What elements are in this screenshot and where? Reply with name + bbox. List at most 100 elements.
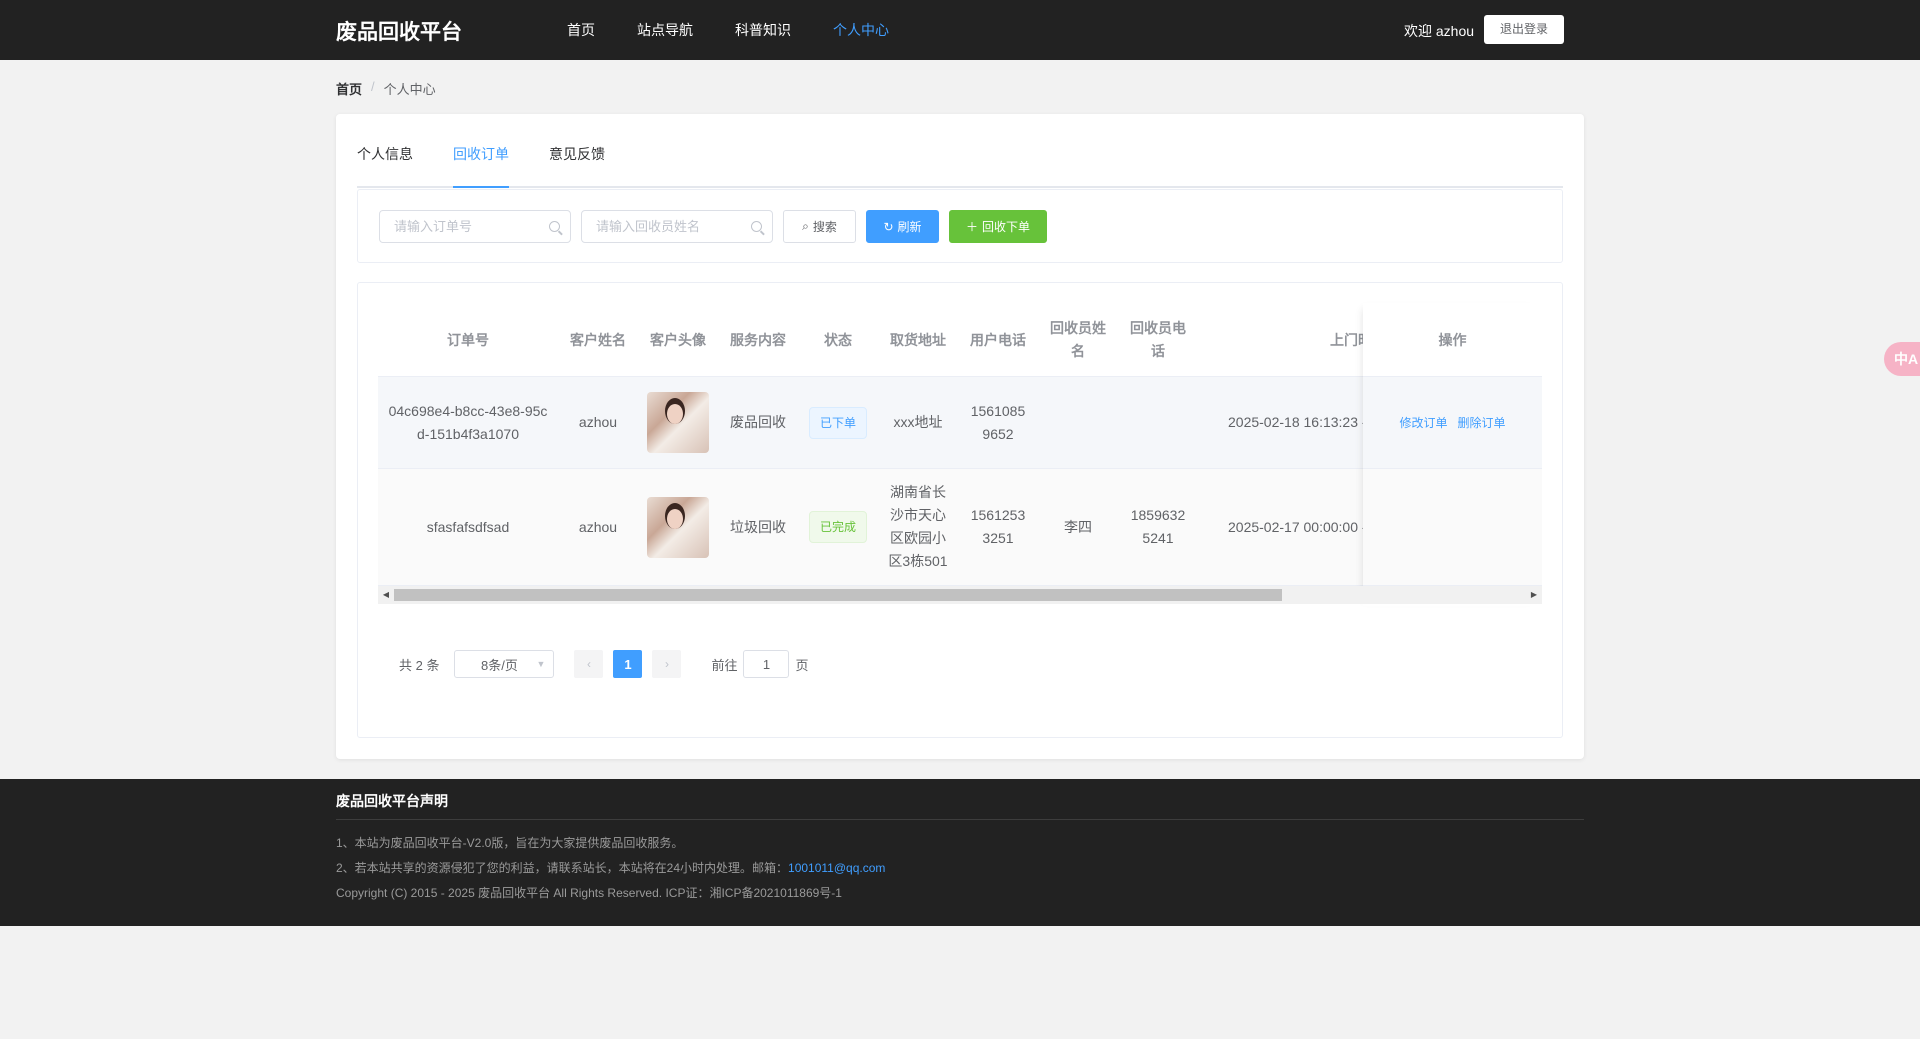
search-icon [751,221,762,232]
scroll-right-icon[interactable]: ▶ [1529,589,1539,601]
avatar[interactable] [647,496,709,558]
refresh-icon: ↻ [883,219,894,234]
top-navbar: 废品回收平台 首页 站点导航 科普知识 个人中心 欢迎 azhou 退出登录 [0,0,1920,60]
cell-status: 已完成 [798,469,878,585]
search-icon [549,221,560,232]
tab-bar: 个人信息 回收订单 意见反馈 [357,145,1563,188]
refresh-button[interactable]: ↻ 刷新 [866,210,939,243]
footer-statement-1: 1、本站为废品回收平台-V2.0版，旨在为大家提供废品回收服务。 [336,836,684,850]
header-customer: 客户姓名 [570,331,626,348]
operations-cell [1363,469,1542,586]
page-number-current[interactable]: 1 [613,650,643,678]
operations-cell: 修改订单 删除订单 [1363,377,1542,469]
tab-recycle-orders[interactable]: 回收订单 [453,145,509,188]
search-button-label: 搜索 [812,220,837,234]
cell-service: 废品回收 [730,414,786,430]
orders-table-panel: 订单号 客户姓名 客户头像 服务内容 状态 取货地址 用户电话 回收员姓 名 回… [357,282,1563,738]
chevron-left-icon: ‹ [586,657,591,671]
search-panel: ⌕ 搜索 ↻ 刷新 ＋ 回收下单 [357,189,1563,263]
header-status: 状态 [824,331,852,348]
header-recycler-phone: 回收员电 话 [1130,320,1186,359]
scroll-left-icon[interactable]: ◀ [381,589,391,601]
header-address: 取货地址 [890,331,946,348]
footer: 废品回收平台声明 1、本站为废品回收平台-V2.0版，旨在为大家提供废品回收服务… [0,779,1920,926]
chevron-right-icon: › [664,657,669,671]
avatar[interactable] [647,392,709,453]
breadcrumb-separator: / [371,79,375,94]
prev-page-button[interactable]: ‹ [574,650,604,678]
scroll-thumb[interactable] [394,589,1282,601]
main-card: 个人信息 回收订单 意见反馈 ⌕ 搜索 ↻ 刷新 ＋ 回收下单 订单号 [336,114,1584,759]
pagination: 共 2 条 8条/页 ▼ ‹ 1 › 前往 页 [399,650,809,678]
cell-phone: 1561253 3251 [970,507,1026,546]
footer-divider [336,819,1584,820]
cell-recycler [1038,377,1118,468]
cell-customer: azhou [578,414,618,430]
status-badge: 已完成 [808,511,867,543]
order-number-field [379,210,571,243]
page-suffix-label: 页 [795,657,809,673]
breadcrumb-home[interactable]: 首页 [336,79,362,98]
cell-address: xxx地址 [893,414,943,430]
search-icon: ⌕ [802,219,809,233]
header-avatar: 客户头像 [650,331,706,348]
welcome-text: 欢迎 azhou [1404,23,1475,39]
page-size-value: 8条/页 [481,657,518,673]
cell-customer: azhou [578,518,618,535]
add-order-button-label: 回收下单 [982,220,1031,234]
header-service: 服务内容 [730,331,786,348]
header-phone: 用户电话 [970,331,1026,348]
nav-site-guide[interactable]: 站点导航 [637,0,693,60]
tab-feedback[interactable]: 意见反馈 [549,145,605,186]
add-order-button[interactable]: ＋ 回收下单 [949,210,1047,243]
cell-order-no: 04c698e4-b8cc-43e8-95c d-151b4f3a1070 [388,402,548,442]
footer-email-link[interactable]: 1001011@qq.com [788,861,885,875]
tab-personal-info[interactable]: 个人信息 [357,145,413,186]
nav-knowledge[interactable]: 科普知识 [735,0,791,60]
delete-order-button[interactable]: 删除订单 [1458,414,1506,431]
pagination-total: 共 2 条 [399,657,440,673]
order-number-input[interactable] [380,211,570,242]
operations-column: 操作 修改订单 删除订单 [1363,303,1542,606]
nav-personal-center[interactable]: 个人中心 [833,0,889,60]
plus-icon: ＋ [965,220,978,234]
cell-recycler: 李四 [1064,518,1092,535]
cell-recycler-phone: 1859632 5241 [1130,507,1186,546]
cell-address: 湖南省长 沙市天心 区欧园小 区3栋501 [888,484,948,569]
goto-page-input[interactable] [743,650,790,678]
nav-home[interactable]: 首页 [567,0,595,60]
page-jumper: 前往 页 [711,650,809,678]
search-button[interactable]: ⌕ 搜索 [783,210,856,243]
breadcrumb-current: 个人中心 [383,82,436,97]
cell-service: 垃圾回收 [730,518,786,535]
main-nav: 首页 站点导航 科普知识 个人中心 [567,0,931,60]
edit-order-button[interactable]: 修改订单 [1399,414,1447,431]
translate-float-button[interactable]: 中A [1884,342,1920,376]
header-recycler: 回收员姓 名 [1050,320,1106,359]
refresh-button-label: 刷新 [897,220,922,234]
next-page-button[interactable]: › [652,650,682,678]
logout-button[interactable]: 退出登录 [1484,15,1564,44]
page-size-select[interactable]: 8条/页 ▼ [454,650,555,678]
recycler-name-field [581,210,773,243]
status-badge: 已下单 [808,406,867,439]
footer-copyright: Copyright (C) 2015 - 2025 废品回收平台 All Rig… [336,886,842,900]
cell-recycler-phone [1118,377,1198,468]
footer-statement-2: 2、若本站共享的资源侵犯了您的利益，请联系站长，本站将在24小时内处理。邮箱：1… [336,859,885,876]
cell-order-no: sfasfafsdfsad [426,518,510,535]
translate-icon: 中A [1894,351,1919,367]
breadcrumb: 首页 / 个人中心 [336,79,436,98]
brand-logo[interactable]: 废品回收平台 [336,16,462,46]
goto-label: 前往 [711,657,738,673]
cell-avatar [638,377,718,468]
cell-phone: 1561085 9652 [970,402,1026,442]
recycler-name-input[interactable] [582,211,772,242]
footer-statement-2-text: 2、若本站共享的资源侵犯了您的利益，请联系站长，本站将在24小时内处理。邮箱： [336,861,789,875]
footer-title: 废品回收平台声明 [336,793,448,809]
chevron-down-icon: ▼ [536,659,546,669]
horizontal-scrollbar[interactable]: ◀ ▶ [378,586,1542,604]
header-order-no: 订单号 [447,331,489,348]
cell-status: 已下单 [798,377,878,468]
header-operations: 操作 [1363,303,1542,377]
cell-avatar [638,469,718,585]
